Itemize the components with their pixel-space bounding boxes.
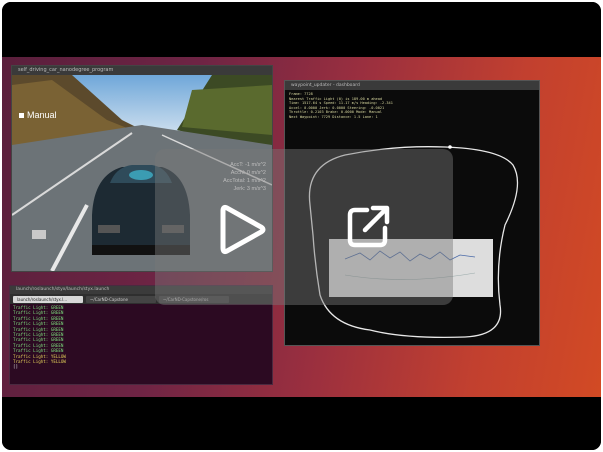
simulator-window-title: self_driving_car_nanodegree_program: [12, 66, 272, 75]
terminal-output: Traffic Light: GREEN Traffic Light: GREEN…: [10, 304, 272, 371]
video-player[interactable]: self_driving_car_nanodegree_program Manu…: [2, 2, 601, 450]
drive-mode-label: Manual: [27, 110, 57, 120]
dashboard-title: waypoint_updater - dashboard: [285, 81, 539, 90]
share-button[interactable]: [345, 200, 393, 250]
play-button[interactable]: [217, 202, 267, 257]
bottom-letterbox: [2, 397, 601, 450]
player-controls-overlay: [155, 149, 453, 305]
top-letterbox: [2, 2, 601, 57]
car-position-marker: [448, 145, 452, 149]
terminal-prompt[interactable]: []: [13, 364, 269, 369]
terminal-tab-2[interactable]: ~/CarND-Capstone: [86, 295, 156, 303]
play-icon: [220, 204, 266, 255]
info-line: Next Waypoint: 7729 Distance: 1.5 Lane: …: [289, 114, 378, 119]
dashboard-info: Frame: 7728 Nearest Traffic Light (0) is…: [285, 90, 539, 122]
share-icon: [347, 205, 390, 248]
terminal-tab-1[interactable]: launch/roslaunch/styx.l...: [13, 295, 83, 303]
drive-mode-indicator: Manual: [19, 110, 57, 120]
mode-bullet-icon: [19, 113, 24, 119]
